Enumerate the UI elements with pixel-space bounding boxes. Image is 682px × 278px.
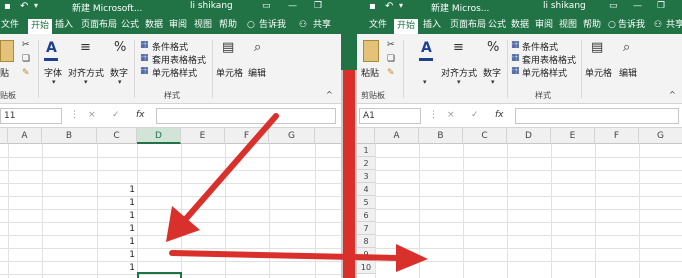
horizontal-arrow-shaft <box>169 250 401 261</box>
screen: ▪ ↶ ▾ 新建 Microsoft... li shikang ▭ — ❐ 文… <box>0 0 682 278</box>
diagonal-arrow-shaft <box>181 113 279 224</box>
horizontal-arrow-head <box>396 244 428 272</box>
annotation-arrows <box>166 113 428 272</box>
